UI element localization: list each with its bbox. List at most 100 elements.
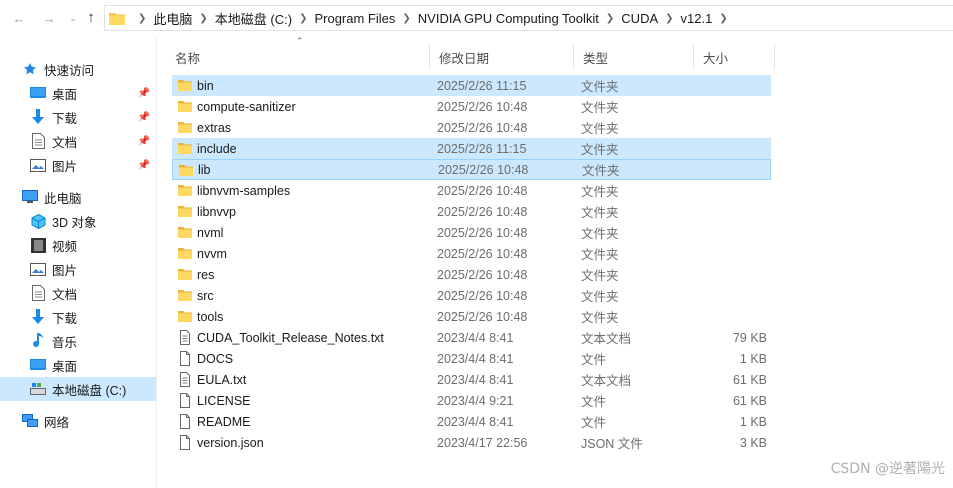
file-type: 文件夹	[581, 269, 619, 283]
nav-pc-pictures[interactable]: 图片	[0, 257, 156, 281]
file-date: 2025/2/26 10:48	[437, 183, 528, 198]
file-name: LICENSE	[197, 393, 251, 408]
document-icon	[30, 133, 46, 149]
file-type: 文件夹	[581, 248, 619, 262]
breadcrumb-item[interactable]: v12.1	[681, 11, 713, 26]
file-name: CUDA_Toolkit_Release_Notes.txt	[197, 330, 384, 345]
file-row[interactable]: tools 2025/2/26 10:48 文件夹	[172, 306, 771, 327]
file-row[interactable]: version.json 2023/4/17 22:56 JSON 文件 3 KB	[172, 432, 771, 453]
file-type: 文件夹	[581, 206, 619, 220]
folder-icon	[177, 141, 193, 156]
chevron-right-icon[interactable]: ❯	[299, 13, 307, 24]
file-row[interactable]: compute-sanitizer 2025/2/26 10:48 文件夹	[172, 96, 771, 117]
pin-icon[interactable]: 📌	[138, 88, 150, 99]
navigation-pane: 快速访问 桌面 📌 下载 📌 文档 📌 图片 📌 此电脑 3D 对象 视频 图片…	[0, 36, 157, 488]
file-row[interactable]: libnvvm-samples 2025/2/26 10:48 文件夹	[172, 180, 771, 201]
nav-qa-downloads[interactable]: 下载 📌	[0, 105, 156, 129]
pin-icon[interactable]: 📌	[138, 160, 150, 171]
nav-pc-downloads[interactable]: 下载	[0, 305, 156, 329]
file-name: DOCS	[197, 351, 234, 366]
file-row[interactable]: LICENSE 2023/4/4 9:21 文件 61 KB	[172, 390, 771, 411]
file-row[interactable]: README 2023/4/4 8:41 文件 1 KB	[172, 411, 771, 432]
breadcrumb-item[interactable]: Program Files	[314, 11, 395, 26]
file-row[interactable]: DOCS 2023/4/4 8:41 文件 1 KB	[172, 348, 771, 369]
breadcrumb-item[interactable]: CUDA	[621, 11, 658, 26]
file-row[interactable]: extras 2025/2/26 10:48 文件夹	[172, 117, 771, 138]
file-row[interactable]: libnvvp 2025/2/26 10:48 文件夹	[172, 201, 771, 222]
nav-quick-access[interactable]: 快速访问	[0, 57, 156, 81]
nav-label: 本地磁盘 (C:)	[52, 383, 127, 398]
pin-icon[interactable]: 📌	[138, 112, 150, 123]
chevron-right-icon[interactable]: ❯	[606, 13, 614, 24]
file-name: version.json	[197, 435, 264, 450]
file-size: 1 KB	[739, 414, 767, 429]
folder-icon	[177, 267, 193, 282]
file-list-pane: ⌃ 名称 修改日期 类型 大小 bin 2025/2/26 11:15 文件夹 com…	[158, 36, 953, 488]
file-date: 2025/2/26 10:48	[437, 288, 528, 303]
nav-qa-desktop[interactable]: 桌面 📌	[0, 81, 156, 105]
desktop-icon	[30, 85, 46, 101]
nav-qa-documents[interactable]: 文档 📌	[0, 129, 156, 153]
address-bar[interactable]: ❯ 此电脑 ❯ 本地磁盘 (C:) ❯ Program Files ❯ NVID…	[104, 5, 953, 31]
column-header-name[interactable]: 名称	[166, 44, 430, 70]
file-name: nvml	[197, 225, 224, 240]
desktop-icon	[30, 357, 46, 373]
file-name: nvvm	[197, 246, 227, 261]
breadcrumb-item[interactable]: 本地磁盘 (C:)	[215, 9, 292, 28]
file-row[interactable]: res 2025/2/26 10:48 文件夹	[172, 264, 771, 285]
breadcrumb-item[interactable]: NVIDIA GPU Computing Toolkit	[418, 11, 599, 26]
file-icon	[177, 435, 193, 450]
chevron-right-icon[interactable]: ❯	[665, 13, 673, 24]
nav-label: 图片	[52, 159, 78, 174]
file-row[interactable]: EULA.txt 2023/4/4 8:41 文本文档 61 KB	[172, 369, 771, 390]
file-row[interactable]: nvvm 2025/2/26 10:48 文件夹	[172, 243, 771, 264]
file-type: JSON 文件	[581, 437, 643, 451]
file-name: extras	[197, 120, 232, 135]
nav-pc-videos[interactable]: 视频	[0, 233, 156, 257]
file-row[interactable]: lib 2025/2/26 10:48 文件夹	[172, 159, 771, 180]
chevron-right-icon[interactable]: ❯	[719, 13, 727, 24]
column-header-size[interactable]: 大小	[694, 44, 775, 70]
up-icon[interactable]: ↑	[80, 6, 102, 28]
file-type: 文件	[581, 395, 607, 409]
file-icon	[177, 393, 193, 408]
column-header-type[interactable]: 类型	[574, 44, 694, 70]
pin-icon[interactable]: 📌	[138, 136, 150, 147]
file-date: 2023/4/4 8:41	[437, 372, 514, 387]
column-header-date[interactable]: 修改日期	[430, 44, 574, 70]
nav-pc-3d-objects[interactable]: 3D 对象	[0, 209, 156, 233]
nav-label: 音乐	[52, 335, 78, 350]
chevron-right-icon[interactable]: ❯	[138, 13, 146, 24]
nav-pc-documents[interactable]: 文档	[0, 281, 156, 305]
drive-icon	[30, 381, 46, 397]
folder-icon	[109, 12, 125, 25]
file-row[interactable]: CUDA_Toolkit_Release_Notes.txt 2023/4/4 8…	[172, 327, 771, 348]
nav-label: 3D 对象	[52, 215, 97, 230]
nav-pc-music[interactable]: 音乐	[0, 329, 156, 353]
back-icon[interactable]: ←	[8, 7, 30, 29]
nav-pc-desktop[interactable]: 桌面	[0, 353, 156, 377]
file-row[interactable]: nvml 2025/2/26 10:48 文件夹	[172, 222, 771, 243]
folder-icon	[177, 204, 193, 219]
picture-icon	[30, 157, 46, 173]
nav-label: 桌面	[52, 87, 78, 102]
nav-this-pc[interactable]: 此电脑	[0, 185, 156, 209]
file-date: 2023/4/4 8:41	[437, 414, 514, 429]
forward-icon[interactable]: →	[38, 7, 60, 29]
star-icon	[22, 61, 38, 77]
nav-pc-local-disk[interactable]: 本地磁盘 (C:)	[0, 377, 156, 401]
chevron-right-icon[interactable]: ❯	[199, 13, 207, 24]
folder-icon	[177, 120, 193, 135]
file-row[interactable]: src 2025/2/26 10:48 文件夹	[172, 285, 771, 306]
nav-label: 图片	[52, 263, 78, 278]
file-row[interactable]: bin 2025/2/26 11:15 文件夹	[172, 75, 771, 96]
nav-qa-pictures[interactable]: 图片 📌	[0, 153, 156, 177]
cube-icon	[30, 213, 46, 229]
nav-network[interactable]: 网络	[0, 409, 156, 433]
music-note-icon	[30, 333, 46, 349]
nav-label: 桌面	[52, 359, 78, 374]
chevron-right-icon[interactable]: ❯	[402, 13, 410, 24]
breadcrumb-item[interactable]: 此电脑	[153, 9, 192, 28]
file-name: libnvvp	[197, 204, 236, 219]
file-row[interactable]: include 2025/2/26 11:15 文件夹	[172, 138, 771, 159]
